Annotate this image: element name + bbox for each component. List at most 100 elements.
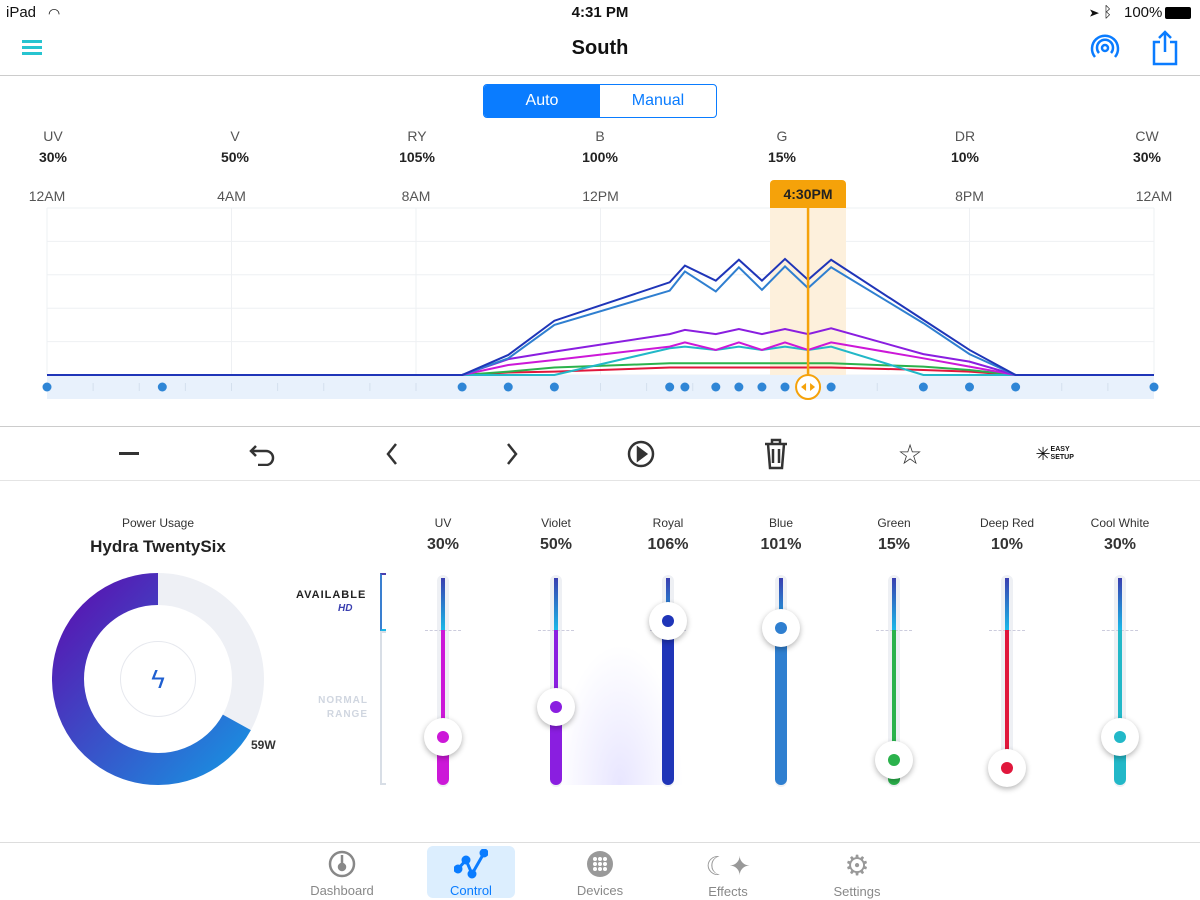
hd-range-fill [892,578,896,630]
trash-icon[interactable] [758,436,794,472]
chevron-right-icon[interactable] [494,436,530,472]
slider-knob[interactable] [762,609,800,648]
schedule-point[interactable] [1011,382,1021,392]
channel-value: 30% [1132,149,1162,165]
knob-dot [437,731,449,744]
devices-icon [585,848,615,879]
tab-devices[interactable]: Devices [556,846,644,898]
schedule-point[interactable] [680,382,690,392]
tab-label: Effects [708,884,748,899]
schedule-point[interactable] [734,382,744,392]
divider [0,426,1200,427]
tab-settings[interactable]: ⚙ Settings [813,846,901,900]
slider-knob[interactable] [988,748,1026,787]
divider [0,75,1200,76]
channel-summary: DR 10% [935,128,995,165]
channel-summary: CW 30% [1117,128,1177,165]
channel-value: 30% [38,149,68,165]
slider-name: Royal [652,516,684,530]
location-bluetooth-icons: ➤ ᛒ [1090,4,1113,21]
manual-mode-button[interactable]: Manual [600,85,716,117]
knob-dot [888,754,900,767]
slider-name: Blue [768,516,794,530]
channel-name: RY [407,128,427,144]
channel-value: 100% [582,149,618,165]
slider-knob[interactable] [875,741,913,780]
slider-knob[interactable] [537,687,575,726]
normal-range-label: NORMAL RANGE [318,695,368,720]
available-bracket [380,573,386,631]
hd-range-fill [554,578,558,630]
schedule-point[interactable] [918,382,928,392]
schedule-point[interactable] [549,382,559,392]
slider-value: 15% [877,536,911,553]
channel-summary: RY 105% [387,128,447,165]
channel-value: 50% [220,149,250,165]
slider-knob[interactable] [424,718,462,757]
channel-value: 105% [399,149,435,165]
slider-value: 30% [426,536,460,553]
tab-label: Settings [833,884,881,899]
tab-dashboard[interactable]: Dashboard [298,846,386,898]
schedule-point[interactable] [1149,382,1159,392]
hd-range-fill [1118,578,1122,630]
schedule-point[interactable] [757,382,767,392]
power-usage-label: Power Usage [121,516,195,530]
schedule-point[interactable] [665,382,675,392]
minus-icon[interactable] [112,436,148,472]
effects-icon: ☾✦ [705,851,751,881]
slider-value: 10% [990,536,1024,553]
normal-range-bracket [380,631,386,785]
channel-summary: V 50% [205,128,265,165]
easy-setup-icon[interactable]: ✳ EASY SETUP [1030,436,1080,472]
schedule-point[interactable] [711,382,721,392]
mode-segmented-control[interactable]: Auto Manual [483,84,717,118]
schedule-point[interactable] [965,382,974,392]
schedule-point[interactable] [42,382,52,392]
channel-name: DR [954,128,976,144]
schedule-chart[interactable] [0,170,1200,410]
schedule-point[interactable] [157,382,167,392]
slider-name: Green [877,516,911,530]
power-watts: 59W [251,738,276,752]
knob-dot [550,700,562,713]
schedule-point[interactable] [780,382,790,392]
settings-icon: ⚙ [844,850,870,881]
chevron-left-icon[interactable] [374,436,410,472]
schedule-point[interactable] [503,382,513,392]
slider-name: Violet [541,516,571,530]
channel-value: 10% [950,149,980,165]
tab-effects[interactable]: ☾✦ Effects [684,846,772,899]
slider-knob[interactable] [649,601,687,640]
channel-name: UV [43,128,63,144]
knob-dot [1114,731,1126,744]
signal-icon[interactable] [1090,33,1120,68]
channel-name: V [230,128,240,144]
cursor-handle[interactable] [795,374,822,400]
slider-name: UV [434,516,452,530]
slider-level-fill [775,628,787,785]
device-model: Hydra TwentySix [90,537,226,556]
star-icon[interactable]: ☆ [892,436,928,472]
battery-level: 100% [1124,4,1163,21]
knob-dot [1001,761,1013,774]
channel-value: 15% [767,149,797,165]
slider-value: 106% [647,536,689,553]
spectrum-graphic [470,570,790,785]
slider-value: 30% [1103,536,1137,553]
tab-label: Control [450,883,492,898]
undo-icon[interactable] [244,436,280,472]
schedule-point[interactable] [457,382,467,392]
slider-knob[interactable] [1101,718,1139,757]
tab-control[interactable]: Control [427,846,515,898]
channel-name: CW [1135,128,1159,144]
dashboard-icon [327,848,357,879]
channel-summary: B 100% [570,128,630,165]
share-icon[interactable] [1152,30,1180,71]
play-icon[interactable] [623,436,659,472]
tab-label: Devices [576,883,624,898]
auto-mode-button[interactable]: Auto [484,85,600,117]
schedule-point[interactable] [826,382,836,392]
channel-name: G [776,128,788,144]
knob-dot [775,622,787,635]
